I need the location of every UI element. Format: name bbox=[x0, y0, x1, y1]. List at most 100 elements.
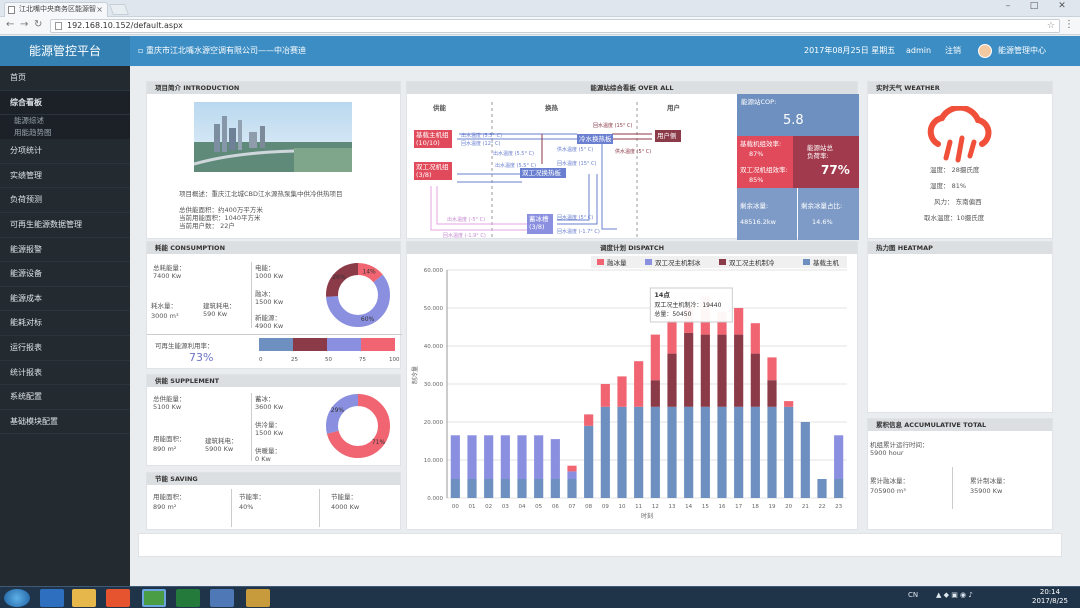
bar-segment[interactable] bbox=[550, 439, 560, 479]
bar-segment[interactable] bbox=[700, 406, 710, 498]
back-icon[interactable]: ← bbox=[6, 19, 14, 30]
start-button[interactable] bbox=[4, 589, 30, 607]
bar-segment[interactable] bbox=[600, 384, 610, 407]
sidebar-item-alarm[interactable]: 能源报警 bbox=[0, 238, 130, 263]
bar-segment[interactable] bbox=[550, 479, 560, 498]
legend-swatch[interactable] bbox=[803, 259, 810, 265]
bar-segment[interactable] bbox=[517, 435, 527, 479]
bar-segment[interactable] bbox=[534, 435, 544, 479]
bar-segment[interactable] bbox=[734, 334, 744, 407]
bar-segment[interactable] bbox=[667, 319, 677, 354]
header-user[interactable]: admin bbox=[906, 36, 931, 66]
avatar[interactable] bbox=[978, 44, 992, 58]
sidebar-subitem-overview[interactable]: 能源综述 bbox=[0, 115, 130, 128]
bar-segment[interactable] bbox=[767, 380, 777, 407]
bar-segment[interactable] bbox=[700, 334, 710, 407]
bar-segment[interactable] bbox=[750, 323, 760, 354]
legend-swatch[interactable] bbox=[719, 259, 726, 265]
media-icon[interactable] bbox=[106, 589, 130, 607]
bar-segment[interactable] bbox=[534, 479, 544, 498]
chrome-icon[interactable] bbox=[142, 589, 166, 607]
bar-segment[interactable] bbox=[617, 376, 627, 407]
bar-segment[interactable] bbox=[500, 435, 510, 479]
logout-link[interactable]: 注销 bbox=[945, 36, 961, 66]
bar-segment[interactable] bbox=[667, 406, 677, 498]
bar-segment[interactable] bbox=[817, 479, 827, 498]
legend-label[interactable]: 双工况主机制冷 bbox=[729, 258, 775, 267]
excel-icon[interactable] bbox=[176, 589, 200, 607]
minimize-icon[interactable]: – bbox=[998, 1, 1018, 11]
legend-swatch[interactable] bbox=[645, 259, 652, 265]
sidebar-item-base-config[interactable]: 基础模块配置 bbox=[0, 410, 130, 435]
clock[interactable]: 20:14 2017/8/25 bbox=[1032, 588, 1068, 606]
bar-segment[interactable] bbox=[567, 465, 577, 472]
bar-segment[interactable] bbox=[484, 479, 494, 498]
bar-segment[interactable] bbox=[484, 435, 494, 479]
bar-segment[interactable] bbox=[467, 435, 477, 479]
app-icon[interactable] bbox=[210, 589, 234, 607]
sidebar-item-cost[interactable]: 能源成本 bbox=[0, 287, 130, 312]
maximize-icon[interactable]: □ bbox=[1024, 1, 1044, 11]
bar-segment[interactable] bbox=[784, 401, 794, 407]
legend-label[interactable]: 基载主机 bbox=[813, 258, 840, 267]
bar-segment[interactable] bbox=[684, 332, 694, 407]
sidebar-item-benchmark[interactable]: 能耗对标 bbox=[0, 311, 130, 336]
bar-segment[interactable] bbox=[584, 414, 594, 426]
bar-segment[interactable] bbox=[684, 406, 694, 498]
sidebar-item-load-forecast[interactable]: 负荷预测 bbox=[0, 188, 130, 213]
bar-segment[interactable] bbox=[650, 406, 660, 498]
new-tab-button[interactable] bbox=[108, 4, 130, 15]
bar-segment[interactable] bbox=[584, 425, 594, 498]
legend-label[interactable]: 双工况主机制冰 bbox=[655, 258, 701, 267]
reload-icon[interactable]: ↻ bbox=[34, 19, 42, 30]
close-tab-icon[interactable]: × bbox=[96, 3, 103, 16]
folder-icon[interactable] bbox=[72, 589, 96, 607]
bar-segment[interactable] bbox=[634, 361, 644, 407]
bar-segment[interactable] bbox=[767, 357, 777, 381]
bar-segment[interactable] bbox=[517, 479, 527, 498]
bar-segment[interactable] bbox=[634, 406, 644, 498]
bar-segment[interactable] bbox=[450, 479, 460, 498]
sidebar-item-stats[interactable]: 分项统计 bbox=[0, 139, 130, 164]
browser-tab[interactable]: 江北嘴中央商务区能源智 × bbox=[4, 2, 108, 17]
sidebar-item-performance[interactable]: 实绩管理 bbox=[0, 164, 130, 189]
url-input[interactable]: 192.168.10.152/default.aspx ☆ bbox=[50, 19, 1060, 33]
menu-icon[interactable]: ⋮ bbox=[1064, 19, 1074, 30]
bar-segment[interactable] bbox=[567, 479, 577, 498]
sidebar-item-equipment[interactable]: 能源设备 bbox=[0, 262, 130, 287]
legend-swatch[interactable] bbox=[597, 259, 604, 265]
bar-segment[interactable] bbox=[450, 435, 460, 479]
bar-segment[interactable] bbox=[734, 308, 744, 335]
legend-label[interactable]: 融冰量 bbox=[607, 258, 627, 267]
bar-segment[interactable] bbox=[750, 406, 760, 498]
bar-segment[interactable] bbox=[767, 406, 777, 498]
sidebar-subitem-trend[interactable]: 用能趋势图 bbox=[0, 127, 130, 140]
bar-segment[interactable] bbox=[500, 479, 510, 498]
sidebar-item-sys-config[interactable]: 系统配置 bbox=[0, 385, 130, 410]
bar-segment[interactable] bbox=[717, 334, 727, 407]
sidebar-item-run-report[interactable]: 运行报表 bbox=[0, 336, 130, 361]
bar-segment[interactable] bbox=[734, 406, 744, 498]
bar-segment[interactable] bbox=[467, 479, 477, 498]
sidebar-item-renewable[interactable]: 可再生能源数据管理 bbox=[0, 213, 130, 238]
sidebar-item-stat-report[interactable]: 统计报表 bbox=[0, 361, 130, 386]
bar-segment[interactable] bbox=[750, 353, 760, 407]
bar-segment[interactable] bbox=[567, 471, 577, 479]
bar-segment[interactable] bbox=[650, 380, 660, 407]
energy-center-link[interactable]: 能源管理中心 bbox=[998, 36, 1046, 66]
bar-segment[interactable] bbox=[650, 334, 660, 381]
close-window-icon[interactable]: ✕ bbox=[1052, 1, 1072, 11]
ie-icon[interactable] bbox=[40, 589, 64, 607]
bar-segment[interactable] bbox=[800, 422, 810, 498]
bookmark-star-icon[interactable]: ☆ bbox=[1047, 20, 1055, 32]
bar-segment[interactable] bbox=[717, 406, 727, 498]
paint-icon[interactable] bbox=[246, 589, 270, 607]
tray-icons[interactable]: ▲ ◆ ▣ ◉ ♪ bbox=[936, 591, 973, 599]
bar-segment[interactable] bbox=[667, 353, 677, 407]
sidebar-item-dashboard[interactable]: 综合看板 bbox=[0, 90, 130, 116]
sidebar-item-home[interactable]: 首页 bbox=[0, 66, 130, 91]
forward-icon[interactable]: → bbox=[20, 19, 28, 30]
ime-indicator[interactable]: CN bbox=[908, 591, 918, 599]
bar-segment[interactable] bbox=[617, 406, 627, 498]
bar-segment[interactable] bbox=[834, 435, 844, 479]
